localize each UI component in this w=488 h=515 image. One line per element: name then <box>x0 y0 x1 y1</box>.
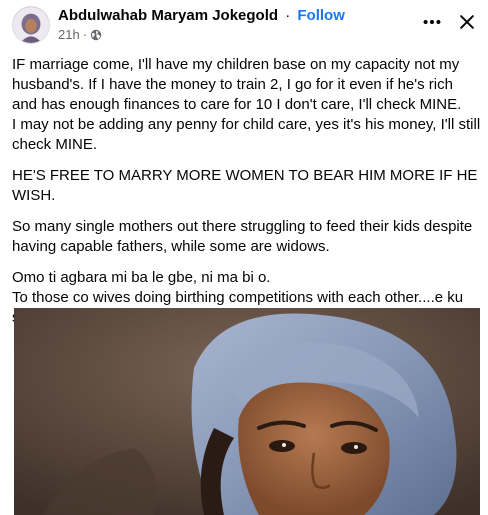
more-options-button[interactable] <box>420 10 444 34</box>
post-text-line: So many single mothers out there struggl… <box>12 218 473 255</box>
post-text-line: I may not be adding any penny for child … <box>12 116 481 153</box>
author-avatar[interactable] <box>12 6 50 44</box>
separator-dot: · <box>285 7 291 24</box>
post-text: IF marriage come, I'll have my children … <box>12 55 482 339</box>
close-button[interactable] <box>455 10 479 34</box>
globe-icon[interactable] <box>90 29 102 41</box>
meta-separator: · <box>82 27 88 42</box>
close-icon <box>460 15 474 29</box>
post-text-line: Omo ti agbara mi ba le gbe, ni ma bi o. <box>12 269 271 286</box>
post-meta: 21h · <box>58 27 102 42</box>
post-timestamp[interactable]: 21h <box>58 27 80 42</box>
portrait-illustration <box>14 308 480 515</box>
post-header: Abdulwahab Maryam Jokegold · Follow 21h … <box>0 0 488 50</box>
author-name[interactable]: Abdulwahab Maryam Jokegold <box>58 7 278 24</box>
post-photo[interactable] <box>14 308 480 515</box>
post-paragraph: So many single mothers out there struggl… <box>12 217 482 257</box>
avatar-image <box>13 7 49 43</box>
post-paragraph: IF marriage come, I'll have my children … <box>12 55 482 155</box>
follow-button[interactable]: Follow <box>297 7 345 24</box>
post-text-line: IF marriage come, I'll have my children … <box>12 56 462 113</box>
post-text-line: HE'S FREE TO MARRY MORE WOMEN TO BEAR HI… <box>12 167 478 204</box>
author-line: Abdulwahab Maryam Jokegold · Follow <box>58 7 345 24</box>
post-paragraph: HE'S FREE TO MARRY MORE WOMEN TO BEAR HI… <box>12 166 482 206</box>
more-horizontal-icon <box>423 19 441 25</box>
